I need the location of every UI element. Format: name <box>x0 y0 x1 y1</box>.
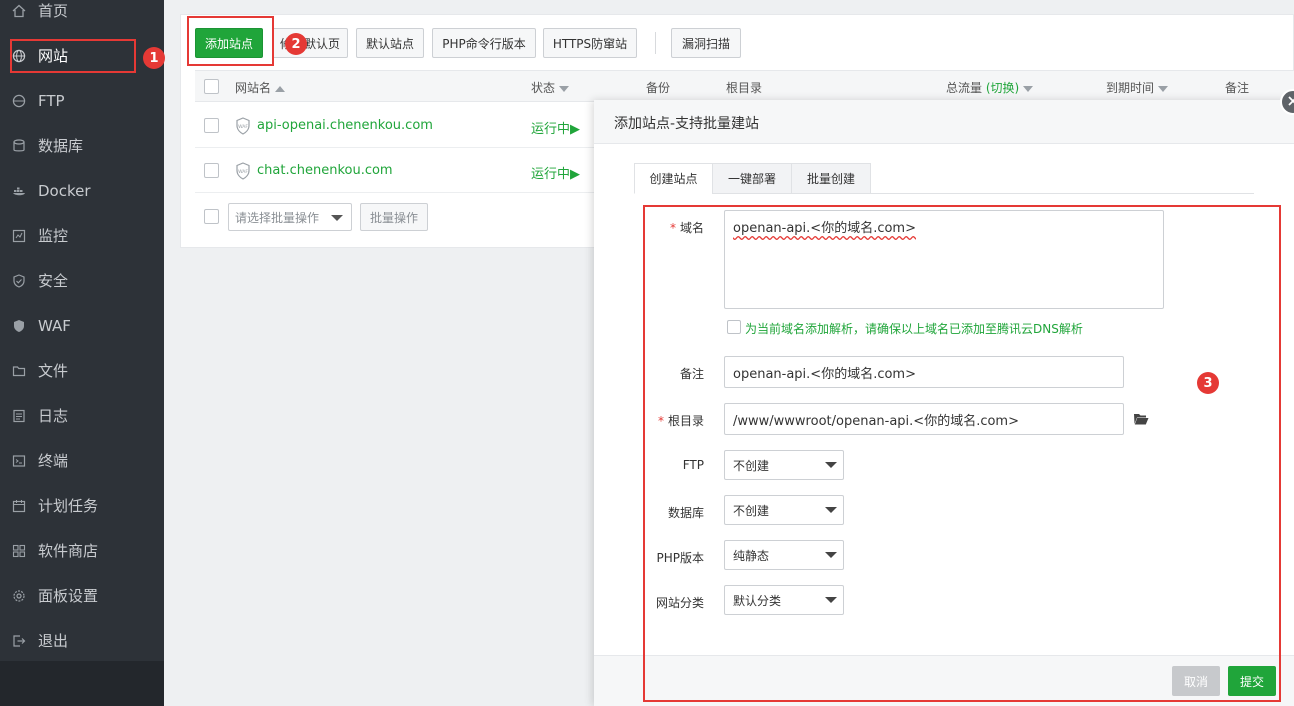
dialog-header: 添加站点-支持批量建站 <box>594 100 1294 144</box>
batch-select-checkbox[interactable] <box>204 209 219 224</box>
default-site-button[interactable]: 默认站点 <box>356 28 424 58</box>
sidebar-bottom-strip <box>0 661 164 706</box>
sidebar-item-cron[interactable]: 计划任务 <box>0 483 164 528</box>
sidebar-item-label: Docker <box>38 181 91 200</box>
sidebar-item-home[interactable]: 首页 <box>0 0 164 33</box>
sidebar-item-label: 监控 <box>38 227 69 245</box>
annotation-badge-2: 2 <box>285 33 307 55</box>
calendar-icon <box>0 499 38 513</box>
sort-asc-icon <box>275 85 286 92</box>
sidebar-item-label: 安全 <box>38 272 69 290</box>
site-status[interactable]: 运行中▶ <box>531 118 580 137</box>
sidebar-item-label: 日志 <box>38 407 69 425</box>
https-guard-button[interactable]: HTTPS防窜站 <box>543 28 637 58</box>
shield-icon <box>0 273 38 288</box>
annotation-badge-1: 1 <box>143 47 165 69</box>
grid-icon <box>0 544 38 558</box>
sidebar-item-label: 计划任务 <box>38 497 99 515</box>
sidebar-item-monitor[interactable]: 监控 <box>0 213 164 258</box>
batch-operation-button[interactable]: 批量操作 <box>360 203 428 231</box>
sidebar-item-files[interactable]: 文件 <box>0 348 164 393</box>
sidebar-item-label: 面板设置 <box>38 587 99 605</box>
tab-one-click-deploy[interactable]: 一键部署 <box>712 163 792 194</box>
monitor-icon <box>0 229 38 243</box>
header-expire[interactable]: 到期时间 <box>1106 79 1169 96</box>
annotation-badge-3: 3 <box>1197 372 1219 394</box>
sidebar-item-label: 文件 <box>38 362 69 380</box>
waf-shield-icon: WAF <box>235 117 251 139</box>
tab-batch-create[interactable]: 批量创建 <box>791 163 871 194</box>
annotation-box-3 <box>643 205 1281 702</box>
log-icon <box>0 409 38 423</box>
waf-shield-icon: WAF <box>235 162 251 184</box>
close-icon <box>1288 95 1294 110</box>
header-status[interactable]: 状态 <box>531 79 570 96</box>
dialog-title: 添加站点-支持批量建站 <box>614 116 760 132</box>
sidebar-item-label: WAF <box>38 316 71 335</box>
sidebar-item-docker[interactable]: Docker <box>0 168 164 213</box>
sidebar-item-terminal[interactable]: 终端 <box>0 438 164 483</box>
site-status[interactable]: 运行中▶ <box>531 163 580 182</box>
sidebar: 首页 网站 FTP 数据库 Docker 监控 安全 WAF 文件 日志 终端 <box>0 0 164 706</box>
home-icon <box>0 4 38 18</box>
ftp-globe-icon <box>0 94 38 108</box>
svg-text:WAF: WAF <box>238 169 248 175</box>
tab-create-site[interactable]: 创建站点 <box>634 163 713 194</box>
php-cli-version-button[interactable]: PHP命令行版本 <box>432 28 536 58</box>
annotation-box-1 <box>10 39 136 73</box>
terminal-icon <box>0 454 38 468</box>
docker-icon <box>0 184 38 198</box>
logout-icon <box>0 634 38 648</box>
sidebar-item-label: 退出 <box>38 632 69 650</box>
sidebar-item-logout[interactable]: 退出 <box>0 618 164 663</box>
vuln-scan-button[interactable]: 漏洞扫描 <box>671 28 741 58</box>
table-header: 网站名 状态 备份 根目录 总流量 (切换) 到期时间 备注 <box>195 70 1294 102</box>
row-checkbox[interactable] <box>204 118 219 133</box>
modify-default-page-button[interactable]: 修改默认页 <box>272 28 348 58</box>
waf-shield-icon <box>0 319 38 333</box>
database-icon <box>0 138 38 153</box>
sidebar-item-ftp[interactable]: FTP <box>0 78 164 123</box>
sort-desc-icon <box>1158 85 1169 92</box>
sidebar-item-settings[interactable]: 面板设置 <box>0 573 164 618</box>
sidebar-item-database[interactable]: 数据库 <box>0 123 164 168</box>
gear-icon <box>0 589 38 603</box>
dialog-tabs: 创建站点 一键部署 批量创建 <box>634 163 1254 194</box>
svg-text:WAF: WAF <box>238 124 248 130</box>
sidebar-item-logs[interactable]: 日志 <box>0 393 164 438</box>
header-traffic[interactable]: 总流量 (切换) <box>946 79 1034 96</box>
sidebar-item-security[interactable]: 安全 <box>0 258 164 303</box>
folder-icon <box>0 364 38 378</box>
traffic-switch-link[interactable]: (切换) <box>986 81 1019 95</box>
row-checkbox[interactable] <box>204 163 219 178</box>
header-backup: 备份 <box>646 81 671 95</box>
site-name-link[interactable]: chat.chenenkou.com <box>257 163 393 178</box>
header-root-dir: 根目录 <box>726 81 763 95</box>
toolbar-divider <box>655 32 656 54</box>
batch-operation-select[interactable]: 请选择批量操作 <box>228 203 352 231</box>
sort-desc-icon <box>559 85 570 92</box>
sidebar-item-label: 软件商店 <box>38 542 99 560</box>
sidebar-item-waf[interactable]: WAF <box>0 303 164 348</box>
sidebar-item-label: 终端 <box>38 452 69 470</box>
chevron-down-icon <box>331 215 343 221</box>
header-site-name[interactable]: 网站名 <box>235 79 286 96</box>
sidebar-item-label: 首页 <box>38 2 69 20</box>
select-all-checkbox[interactable] <box>204 79 219 94</box>
sidebar-item-store[interactable]: 软件商店 <box>0 528 164 573</box>
header-note: 备注 <box>1225 81 1250 95</box>
sort-desc-icon <box>1023 85 1034 92</box>
sidebar-item-label: 数据库 <box>38 137 84 155</box>
site-name-link[interactable]: api-openai.chenenkou.com <box>257 118 433 133</box>
annotation-box-2 <box>187 16 274 66</box>
sidebar-item-label: FTP <box>38 91 65 110</box>
